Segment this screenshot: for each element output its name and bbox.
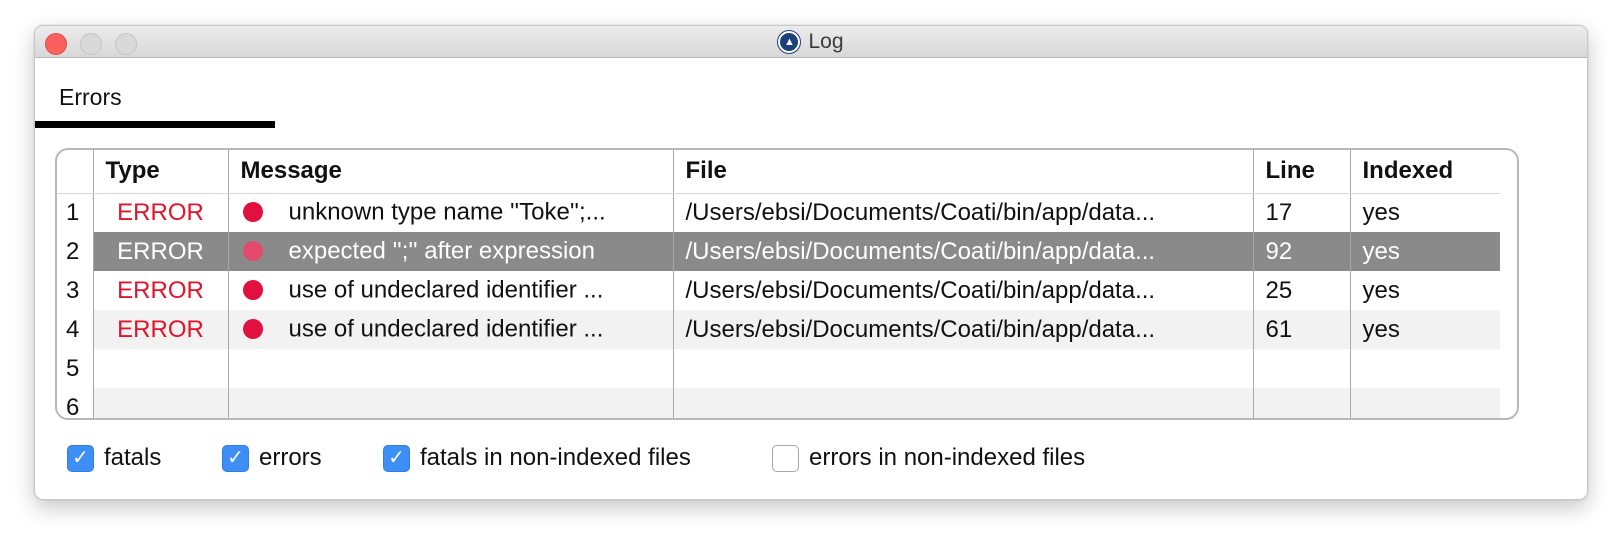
message-text: expected '';'' after expression: [288, 237, 596, 265]
indexed-cell: yes: [1349, 310, 1500, 349]
title-bar[interactable]: ▲ Log: [35, 26, 1587, 58]
filter-errors[interactable]: ✓ errors: [222, 444, 322, 472]
filter-errors-non-indexed-label[interactable]: errors in non-indexed files: [809, 444, 1085, 472]
filter-errors-label[interactable]: errors: [259, 444, 322, 472]
indexed-cell: yes: [1349, 271, 1500, 310]
error-table: Type Message File Line Indexed 1 ERROR u…: [55, 148, 1519, 420]
line-cell: [1252, 388, 1350, 418]
type-cell: [92, 388, 228, 418]
message-text: use of undeclared identifier ...: [288, 276, 604, 304]
line-cell: 25: [1252, 271, 1350, 310]
indexed-cell: yes: [1349, 232, 1500, 271]
table-row-selected[interactable]: 2 ERROR expected '';'' after expression …: [57, 232, 1500, 271]
tab-errors[interactable]: Errors: [35, 58, 275, 128]
indexed-cell: [1349, 388, 1500, 418]
coati-logo-icon: ▲: [778, 31, 801, 53]
filter-bar: ✓ fatals ✓ errors ✓ fatals in non-indexe…: [67, 444, 1367, 474]
message-cell: [227, 349, 673, 388]
table-header-row: Type Message File Line Indexed: [57, 150, 1500, 194]
message-cell: unknown type name ''Toke'';...: [227, 193, 673, 232]
table-row[interactable]: 1 ERROR unknown type name ''Toke'';... /…: [57, 193, 1500, 232]
row-number: 3: [57, 271, 93, 310]
row-number: 5: [57, 349, 93, 388]
table-row[interactable]: 4 ERROR use of undeclared identifier ...…: [57, 310, 1500, 349]
line-cell: [1252, 349, 1350, 388]
filter-fatals[interactable]: ✓ fatals: [67, 444, 161, 472]
error-dot-icon: [242, 280, 263, 301]
table-row-empty[interactable]: 6: [57, 388, 1500, 418]
type-cell: ERROR: [92, 232, 228, 271]
error-dot-icon: [242, 241, 263, 262]
filter-fatals-non-indexed[interactable]: ✓ fatals in non-indexed files: [383, 444, 691, 472]
header-message[interactable]: Message: [227, 150, 673, 194]
type-cell: ERROR: [92, 310, 228, 349]
unchecked-box-icon[interactable]: [772, 444, 799, 472]
file-cell: [672, 349, 1253, 388]
message-text: use of undeclared identifier ...: [288, 315, 604, 343]
message-cell: expected '';'' after expression: [227, 232, 673, 271]
message-cell: use of undeclared identifier ...: [227, 271, 673, 310]
message-cell: [227, 388, 673, 418]
window-title: Log: [808, 30, 844, 53]
line-cell: 17: [1252, 193, 1350, 232]
line-cell: 92: [1252, 232, 1350, 271]
log-window: ▲ Log Errors Type Message File Line Inde…: [34, 25, 1588, 500]
type-cell: [92, 349, 228, 388]
header-row-number: [57, 150, 93, 194]
row-number: 2: [57, 232, 93, 271]
filter-errors-non-indexed[interactable]: errors in non-indexed files: [772, 444, 1085, 472]
file-cell: [672, 388, 1253, 418]
filter-fatals-label[interactable]: fatals: [104, 444, 161, 472]
checkmark-icon[interactable]: ✓: [222, 444, 249, 472]
error-dot-icon: [242, 202, 263, 223]
row-number: 6: [57, 388, 93, 418]
error-dot-icon: [242, 319, 263, 340]
file-cell: /Users/ebsi/Documents/Coati/bin/app/data…: [672, 271, 1253, 310]
row-number: 1: [57, 193, 93, 232]
file-cell: /Users/ebsi/Documents/Coati/bin/app/data…: [672, 310, 1253, 349]
table-row[interactable]: 3 ERROR use of undeclared identifier ...…: [57, 271, 1500, 310]
filter-fatals-non-indexed-label[interactable]: fatals in non-indexed files: [420, 444, 691, 472]
header-type[interactable]: Type: [92, 150, 228, 194]
indexed-cell: yes: [1349, 193, 1500, 232]
file-cell: /Users/ebsi/Documents/Coati/bin/app/data…: [672, 193, 1253, 232]
table-row-empty[interactable]: 5: [57, 349, 1500, 388]
row-number: 4: [57, 310, 93, 349]
header-file[interactable]: File: [672, 150, 1253, 194]
type-cell: ERROR: [92, 271, 228, 310]
checkmark-icon[interactable]: ✓: [67, 444, 94, 472]
line-cell: 61: [1252, 310, 1350, 349]
message-text: unknown type name ''Toke'';...: [288, 199, 606, 227]
checkmark-icon[interactable]: ✓: [383, 444, 410, 472]
file-cell: /Users/ebsi/Documents/Coati/bin/app/data…: [672, 232, 1253, 271]
type-cell: ERROR: [92, 193, 228, 232]
header-indexed[interactable]: Indexed: [1349, 150, 1500, 194]
message-cell: use of undeclared identifier ...: [227, 310, 673, 349]
tab-errors-label: Errors: [59, 84, 122, 110]
indexed-cell: [1349, 349, 1500, 388]
window-title-group: ▲ Log: [35, 26, 1587, 58]
header-line[interactable]: Line: [1252, 150, 1350, 194]
